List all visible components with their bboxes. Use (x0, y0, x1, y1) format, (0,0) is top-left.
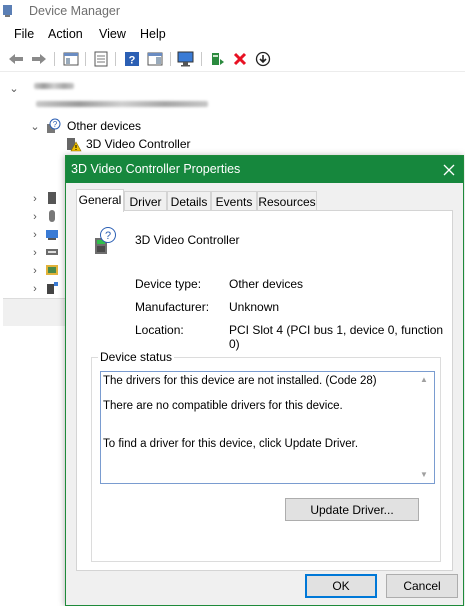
device-type-value: Other devices (229, 277, 304, 291)
device-category-icon (45, 191, 59, 208)
tree-label-other-devices: Other devices (67, 119, 142, 133)
tree-row-3d-video-controller[interactable]: 3D Video Controller (66, 135, 191, 153)
scan-hardware-icon[interactable] (177, 50, 195, 68)
menu-view[interactable]: View (99, 27, 126, 41)
chevron-down-icon[interactable]: ⌄ (8, 82, 20, 95)
warning-device-icon (66, 136, 82, 152)
dialog-title: 3D Video Controller Properties (71, 162, 241, 176)
system-device-icon (45, 281, 59, 298)
location-value: PCI Slot 4 (PCI bus 1, device 0, functio… (229, 323, 444, 351)
device-manager-title-bar: Device Manager (0, 0, 465, 22)
tab-details[interactable]: Details (167, 191, 211, 211)
svg-text:?: ? (105, 230, 111, 242)
menu-file[interactable]: File (14, 27, 34, 41)
status-line: There are no compatible drivers for this… (103, 400, 343, 412)
close-button[interactable] (435, 156, 463, 183)
forward-arrow-icon[interactable] (30, 50, 48, 68)
tree-row-other-devices[interactable]: ⌄ ? Other devices (29, 117, 141, 135)
tab-driver[interactable]: Driver (124, 191, 167, 211)
tree-row-category[interactable]: › (29, 244, 59, 262)
chevron-right-icon[interactable]: › (29, 265, 41, 277)
close-icon (443, 164, 455, 175)
menu-help[interactable]: Help (140, 27, 166, 41)
horizontal-scrollbar[interactable] (3, 298, 65, 326)
chevron-right-icon[interactable]: › (29, 229, 41, 241)
tree-label-3d-video-controller: 3D Video Controller (86, 137, 191, 151)
manufacturer-value: Unknown (229, 300, 280, 314)
tab-resources[interactable]: Resources (257, 191, 317, 211)
scroll-up-icon[interactable]: ▲ (420, 375, 428, 384)
network-adapter-icon (45, 227, 59, 244)
ok-button[interactable]: OK (305, 574, 377, 598)
tree-row-category[interactable]: › (29, 208, 59, 226)
uninstall-device-icon[interactable] (231, 50, 249, 68)
properties-sheet-icon[interactable] (92, 50, 110, 68)
device-status-textbox[interactable]: The drivers for this device are not inst… (100, 371, 435, 484)
update-driver-button[interactable]: Update Driver... (285, 498, 419, 521)
show-hide-console-tree-icon[interactable] (62, 50, 80, 68)
display-adapter-icon (45, 263, 59, 280)
svg-text:?: ? (129, 55, 136, 67)
cancel-button[interactable]: Cancel (386, 574, 458, 598)
unknown-device-category-icon: ? (45, 118, 61, 134)
chevron-right-icon[interactable]: › (29, 283, 41, 295)
status-line: To find a driver for this device, click … (103, 438, 359, 450)
tree-row-computer[interactable]: ⌄ (8, 79, 20, 97)
device-manager-app-icon (2, 4, 14, 18)
tree-row-category[interactable]: › (29, 190, 59, 208)
dialog-title-bar: 3D Video Controller Properties (66, 156, 463, 183)
port-icon (45, 245, 59, 262)
action-pane-icon[interactable] (146, 50, 164, 68)
help-icon[interactable]: ? (123, 50, 141, 68)
device-manager-title: Device Manager (29, 4, 121, 18)
vertical-scrollbar[interactable]: ▲ ▼ (417, 372, 434, 483)
tree-row-category[interactable]: › (29, 280, 59, 298)
manufacturer-label: Manufacturer: (135, 300, 210, 314)
enable-device-icon[interactable] (254, 50, 272, 68)
device-name: 3D Video Controller (135, 233, 240, 247)
tab-events[interactable]: Events (211, 191, 257, 211)
chevron-right-icon[interactable]: › (29, 193, 41, 205)
chevron-right-icon[interactable]: › (29, 211, 41, 223)
chevron-down-icon[interactable]: ⌄ (29, 120, 41, 133)
menu-bar: File Action View Help (0, 24, 465, 44)
tree-row-category[interactable]: › (29, 226, 59, 244)
location-label: Location: (135, 323, 184, 337)
tab-general[interactable]: General (76, 189, 124, 212)
menu-action[interactable]: Action (48, 27, 83, 41)
tree-row-category[interactable]: › (29, 262, 59, 280)
properties-dialog: 3D Video Controller Properties General D… (65, 155, 464, 606)
device-status-group: Device status The drivers for this devic… (91, 350, 441, 562)
device-type-label: Device type: (135, 277, 202, 291)
chevron-right-icon[interactable]: › (29, 247, 41, 259)
back-arrow-icon[interactable] (7, 50, 25, 68)
svg-text:?: ? (53, 120, 58, 129)
update-driver-icon[interactable] (208, 50, 226, 68)
status-line: The drivers for this device are not inst… (103, 375, 377, 387)
mouse-icon (45, 209, 59, 226)
device-status-label: Device status (98, 350, 175, 364)
toolbar: ? (0, 46, 465, 72)
scroll-down-icon[interactable]: ▼ (420, 470, 428, 479)
device-icon: ? (91, 226, 119, 259)
